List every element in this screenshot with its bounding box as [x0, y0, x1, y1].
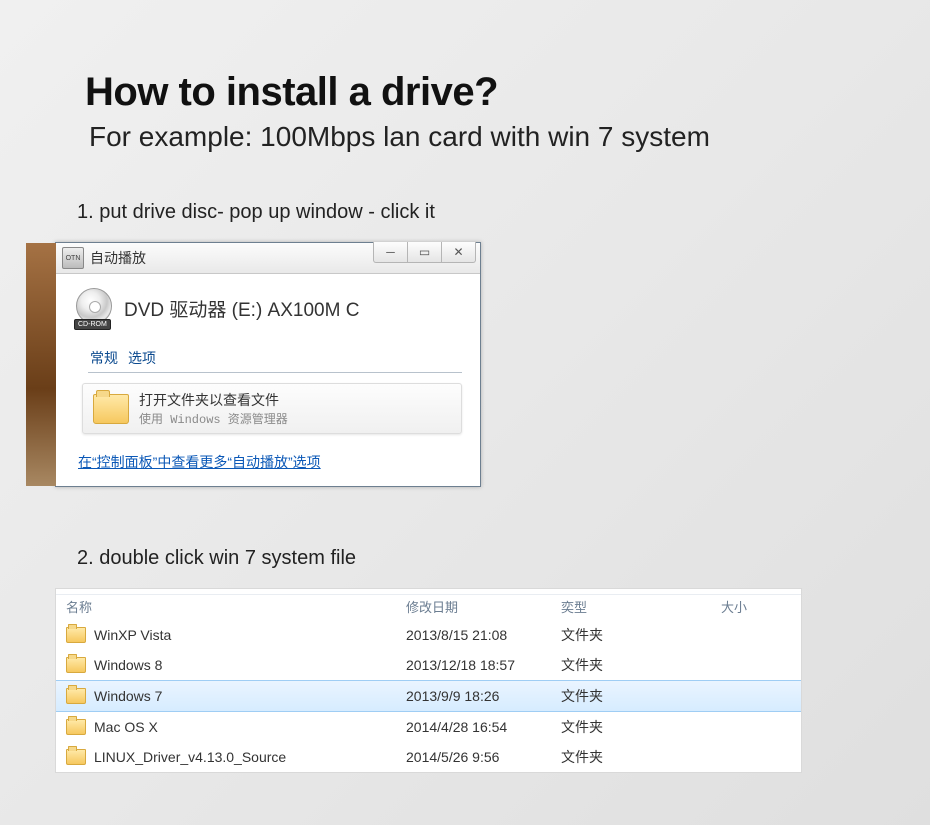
file-explorer: 名称 修改日期 奕型 大小 WinXP Vista 2013/8/15 21:08… [55, 588, 802, 773]
folder-icon [66, 627, 86, 643]
header-type[interactable]: 奕型 [551, 595, 711, 618]
file-name: Mac OS X [94, 719, 158, 735]
tab-options[interactable]: 选项 [126, 346, 158, 372]
table-row[interactable]: LINUX_Driver_v4.13.0_Source 2014/5/26 9:5… [56, 742, 801, 772]
step-2-text: 2. double click win 7 system file [77, 547, 860, 570]
dvd-icon: CD-ROM [74, 288, 114, 328]
file-type: 文件夹 [551, 625, 711, 645]
autoplay-icon-text: OTN [66, 255, 81, 262]
step-1-text: 1. put drive disc- pop up window - click… [77, 201, 860, 224]
file-type: 文件夹 [551, 655, 711, 675]
window-titlebar[interactable]: OTN 自动播放 ─ ▭ ✕ [56, 243, 480, 274]
folder-icon [66, 719, 86, 735]
open-folder-option[interactable]: 打开文件夹以查看文件 使用 Windows 资源管理器 [82, 383, 462, 434]
minimize-button[interactable]: ─ [373, 242, 408, 263]
drive-info-row: CD-ROM DVD 驱动器 (E:) AX100M C [74, 288, 462, 328]
tab-general[interactable]: 常规 [88, 346, 120, 372]
table-row[interactable]: Windows 8 2013/12/18 18:57文件夹 [56, 650, 801, 680]
file-date: 2014/5/26 9:56 [396, 749, 551, 765]
folder-icon [66, 688, 86, 704]
folder-icon [93, 394, 129, 424]
file-type: 文件夹 [551, 747, 711, 767]
page-subtitle: For example: 100Mbps lan card with win 7… [89, 121, 860, 153]
header-date[interactable]: 修改日期 [396, 595, 551, 618]
decorative-strip [26, 243, 56, 486]
file-type: 文件夹 [551, 686, 711, 706]
cdrom-badge: CD-ROM [74, 319, 111, 330]
file-date: 2013/8/15 21:08 [396, 627, 551, 643]
autoplay-window: OTN 自动播放 ─ ▭ ✕ CD-ROM DVD 驱动器 (E:) AX100… [55, 242, 481, 487]
autoplay-icon: OTN [62, 247, 84, 269]
header-size[interactable]: 大小 [711, 595, 801, 618]
table-row[interactable]: Windows 7 2013/9/9 18:26文件夹 [56, 680, 801, 712]
header-name[interactable]: 名称 [56, 595, 396, 618]
file-name: WinXP Vista [94, 627, 171, 643]
column-headers[interactable]: 名称 修改日期 奕型 大小 [56, 595, 801, 620]
tabs-row: 常规 选项 [88, 346, 462, 373]
table-row[interactable]: Mac OS X 2014/4/28 16:54文件夹 [56, 712, 801, 742]
open-folder-subtext: 使用 Windows 资源管理器 [139, 410, 288, 427]
folder-icon [66, 749, 86, 765]
window-title: 自动播放 [90, 248, 146, 268]
file-date: 2013/9/9 18:26 [396, 688, 551, 704]
drive-label: DVD 驱动器 (E:) AX100M C [124, 295, 359, 322]
folder-icon [66, 657, 86, 673]
file-date: 2013/12/18 18:57 [396, 657, 551, 673]
close-button[interactable]: ✕ [441, 242, 476, 263]
file-date: 2014/4/28 16:54 [396, 719, 551, 735]
open-folder-text: 打开文件夹以查看文件 [139, 390, 288, 410]
control-panel-link[interactable]: 在“控制面板”中查看更多“自动播放”选项 [78, 452, 462, 472]
file-name: Windows 8 [94, 657, 162, 673]
page-title: How to install a drive? [85, 70, 860, 115]
file-name: LINUX_Driver_v4.13.0_Source [94, 749, 286, 765]
file-type: 文件夹 [551, 717, 711, 737]
file-name: Windows 7 [94, 688, 162, 704]
maximize-button[interactable]: ▭ [407, 242, 442, 263]
table-row[interactable]: WinXP Vista 2013/8/15 21:08文件夹 [56, 620, 801, 650]
